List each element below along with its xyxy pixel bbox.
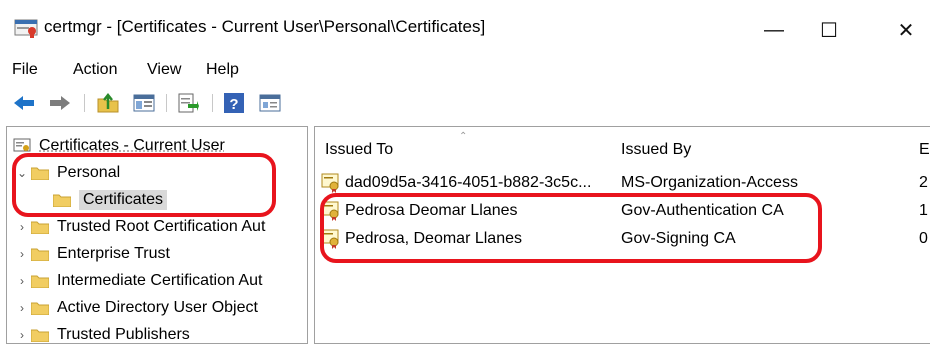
cell-issued-to: dad09d5a-3416-4051-b882-3c5c... [345, 174, 591, 192]
export-list-icon[interactable] [176, 91, 200, 115]
certificate-icon [321, 173, 341, 193]
show-hide-tree-icon[interactable] [132, 91, 156, 115]
folder-icon [31, 166, 49, 180]
column-issued-by[interactable]: Issued By [621, 141, 691, 159]
menu-file[interactable]: File [12, 61, 38, 79]
folder-icon [31, 301, 49, 315]
cell-issued-by: Gov-Authentication CA [621, 202, 784, 220]
table-row[interactable]: dad09d5a-3416-4051-b882-3c5c... MS-Organ… [321, 171, 930, 197]
menu-action[interactable]: Action [73, 61, 117, 79]
table-row[interactable]: Pedrosa, Deomar Llanes Gov-Signing CA 0 [321, 227, 930, 253]
column-expiration[interactable]: E [919, 141, 930, 159]
cell-issued-to: Pedrosa Deomar Llanes [345, 202, 518, 220]
cell-issued-to: Pedrosa, Deomar Llanes [345, 230, 522, 248]
cell-issued-by: MS-Organization-Access [621, 174, 798, 192]
svg-text:?: ? [229, 96, 238, 113]
folder-icon [31, 220, 49, 234]
folder-icon [31, 274, 49, 288]
chevron-right-icon[interactable]: › [13, 328, 31, 342]
properties-icon[interactable] [258, 91, 282, 115]
cell-expiration: 1 [919, 202, 928, 220]
menu-help[interactable]: Help [206, 61, 239, 79]
chevron-right-icon[interactable]: › [13, 220, 31, 234]
folder-icon [53, 193, 71, 207]
forward-arrow-icon[interactable] [48, 91, 72, 115]
table-row[interactable]: Pedrosa Deomar Llanes Gov-Authentication… [321, 199, 930, 225]
minimize-button[interactable]: — [752, 10, 796, 50]
tree-item-active-directory[interactable]: › Active Directory User Object [13, 295, 258, 321]
tree-item-label: Certificates [79, 190, 167, 210]
certmgr-app-icon [14, 18, 38, 38]
close-button[interactable]: ✕ [884, 10, 928, 50]
help-icon[interactable]: ? [222, 91, 246, 115]
tree-item-label: Personal [57, 164, 120, 182]
certificate-icon [321, 201, 341, 221]
tree-item-intermediate[interactable]: › Intermediate Certification Aut [13, 268, 262, 294]
chevron-right-icon[interactable]: › [13, 301, 31, 315]
tree-root-label: Certificates - Current User [39, 137, 225, 155]
cell-expiration: 0 [919, 230, 928, 248]
chevron-right-icon[interactable]: › [13, 247, 31, 261]
up-folder-icon[interactable] [96, 91, 120, 115]
chevron-down-icon[interactable]: ⌄ [13, 166, 31, 180]
tree-item-trusted-publishers[interactable]: › Trusted Publishers [13, 322, 190, 344]
menu-view[interactable]: View [147, 61, 181, 79]
certificate-icon [321, 229, 341, 249]
maximize-button[interactable]: ☐ [807, 10, 851, 50]
tree-item-label: Trusted Publishers [57, 326, 190, 344]
title-bar: certmgr - [Certificates - Current User\P… [0, 0, 930, 56]
tree-item-enterprise-trust[interactable]: › Enterprise Trust [13, 241, 170, 267]
tree-item-personal[interactable]: ⌄ Personal [13, 160, 120, 186]
tree-item-trusted-root[interactable]: › Trusted Root Certification Aut [13, 214, 265, 240]
window-title: certmgr - [Certificates - Current User\P… [44, 17, 485, 37]
tree-item-label: Intermediate Certification Aut [57, 272, 262, 290]
certificate-store-icon [13, 138, 31, 154]
tree-item-label: Trusted Root Certification Aut [57, 218, 265, 236]
tree-root[interactable]: Certificates - Current User [13, 133, 225, 159]
menu-bar: File Action View Help [0, 56, 930, 82]
sort-indicator-icon: ⌃ [459, 131, 467, 142]
column-issued-to[interactable]: Issued To [325, 141, 393, 159]
toolbar: ? [0, 86, 930, 120]
folder-icon [31, 247, 49, 261]
cell-expiration: 2 [919, 174, 928, 192]
chevron-right-icon[interactable]: › [13, 274, 31, 288]
certificate-list: ⌃ Issued To Issued By E dad09d5a-3416-40… [314, 126, 930, 344]
cell-issued-by: Gov-Signing CA [621, 230, 736, 248]
folder-icon [31, 328, 49, 342]
tree-item-label: Active Directory User Object [57, 299, 258, 317]
tree-item-certificates[interactable]: Certificates [53, 187, 167, 213]
back-arrow-icon[interactable] [12, 91, 36, 115]
tree-item-label: Enterprise Trust [57, 245, 170, 263]
console-tree: Certificates - Current User ⌄ Personal C… [6, 126, 308, 344]
